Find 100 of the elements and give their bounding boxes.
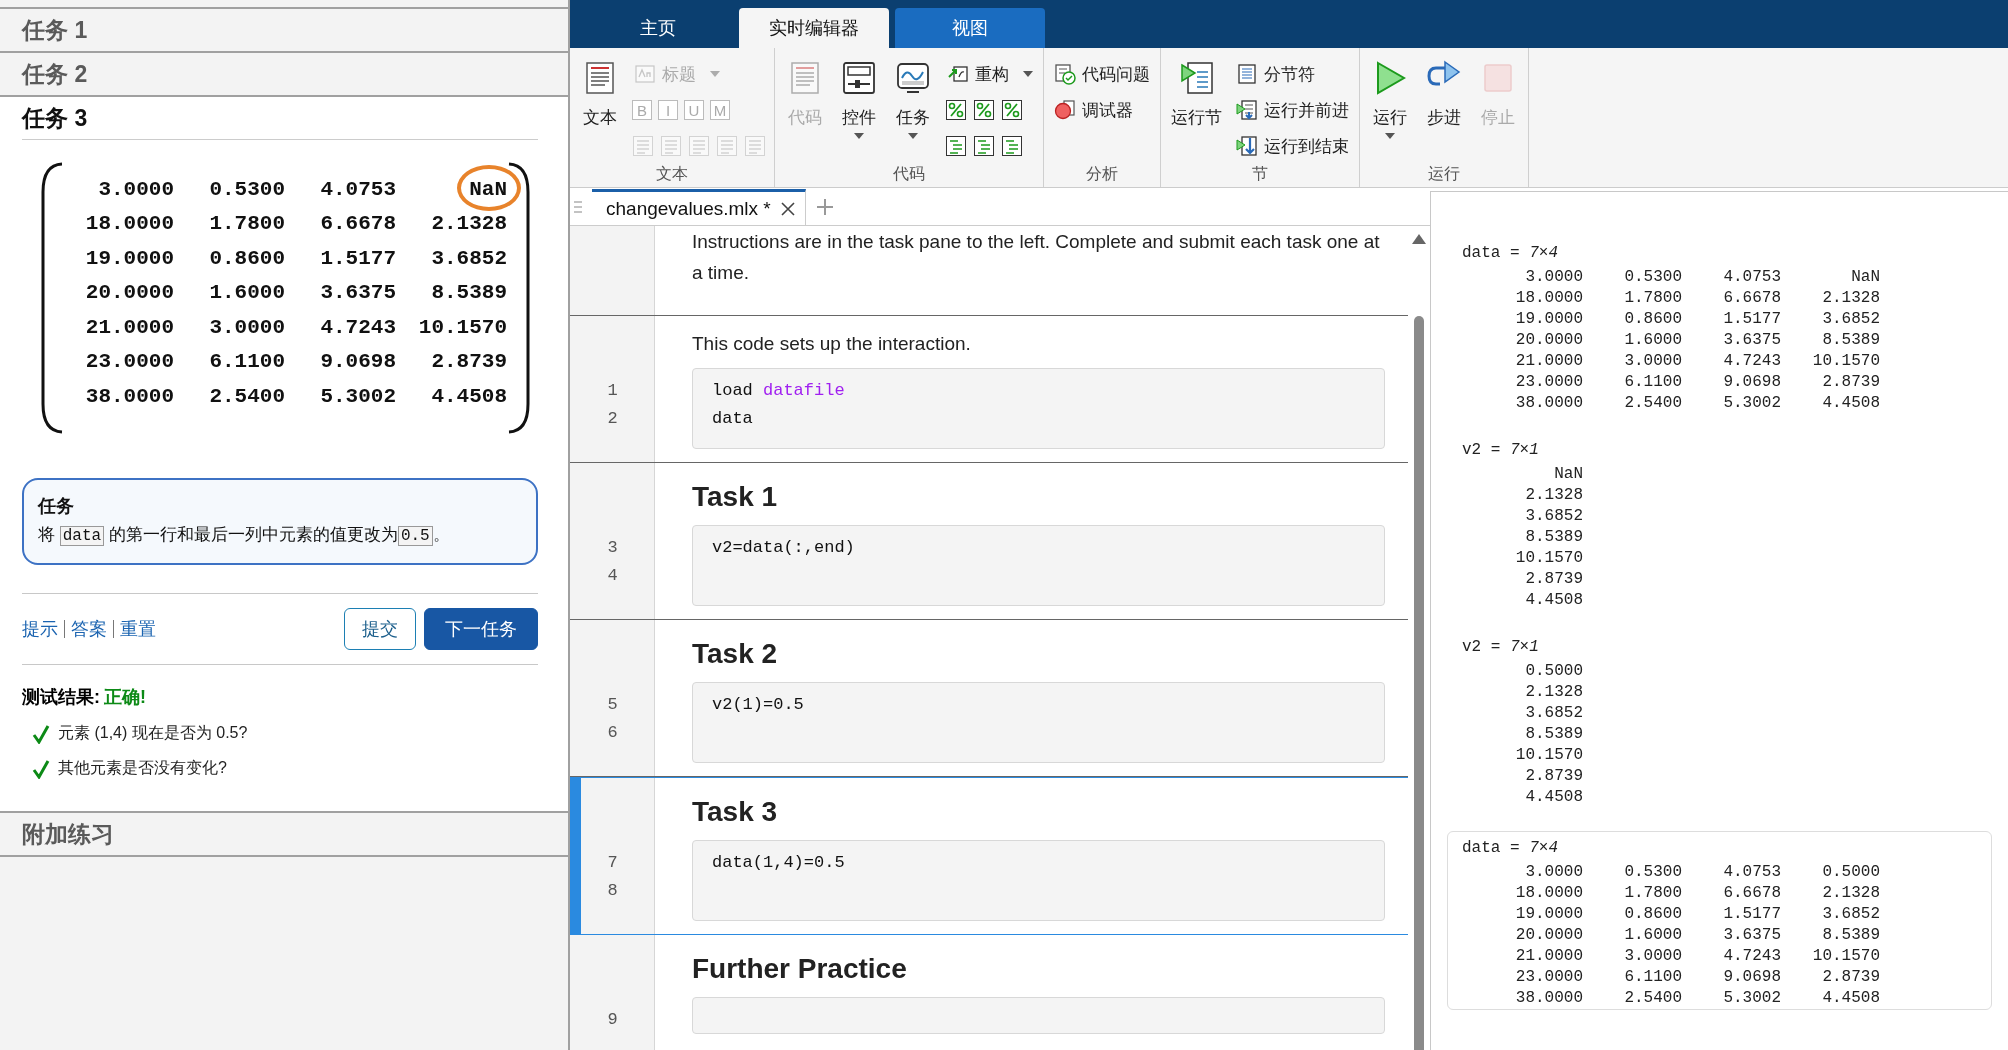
indent-icon[interactable] (973, 135, 995, 157)
matrix-cell: 1.5177 (320, 246, 396, 270)
output-value: 20.0000 (1515, 330, 1583, 351)
indent-icon[interactable] (945, 135, 967, 157)
scroll-up-icon[interactable] (1412, 234, 1426, 244)
ribbon-button[interactable]: 分节符 (1234, 58, 1351, 90)
output-value: 38.0000 (1515, 393, 1583, 414)
ribbon-button[interactable]: 运行 (1368, 58, 1412, 141)
matrix-cell: 4.7243 (320, 315, 396, 339)
output-value: 18.0000 (1515, 288, 1583, 309)
ribbon-tab[interactable]: 主页 (583, 8, 733, 48)
output-value: 3.6852 (1525, 703, 1583, 724)
matrix-cell: 23.0000 (85, 350, 174, 374)
selected-section[interactable]: Task 3 7 data(1,4)=0.5 8 (570, 777, 1408, 935)
check-text: 元素 (1,4) 现在是否为 0.5? (58, 723, 248, 743)
percent-icon[interactable] (1001, 99, 1023, 121)
results-status: 正确! (104, 686, 146, 709)
matrix-cell: 3.0000 (209, 315, 285, 339)
close-icon[interactable] (780, 201, 795, 216)
matrix-cell: 20.0000 (85, 281, 174, 305)
caret-icon (1023, 71, 1033, 77)
output-value: 1.7800 (1624, 288, 1682, 309)
task-instruction: 将 data 的第一行和最后一列中元素的值更改为 0.5 。 (38, 524, 451, 548)
output-value: 2.8739 (1525, 766, 1583, 787)
output-value: 3.0000 (1624, 351, 1682, 372)
group-label: 运行 (1427, 165, 1461, 184)
output-value: 3.6852 (1525, 506, 1583, 527)
output-value: NaN (1851, 267, 1880, 288)
caret-icon (854, 133, 864, 139)
ribbon-button[interactable]: 控件 (837, 58, 881, 141)
scrollbar-thumb[interactable] (1414, 316, 1424, 1050)
link[interactable]: 提示 (22, 620, 64, 638)
percent-icon[interactable] (973, 99, 995, 121)
output-value: 21.0000 (1515, 351, 1583, 372)
next-button[interactable]: 下一任务 (424, 608, 538, 650)
group-label: 代码 (892, 165, 926, 184)
document-tab[interactable]: changevalues.mlx * (592, 189, 806, 225)
line-number: 4 (607, 565, 618, 587)
ribbon-button[interactable]: 文本 (578, 58, 622, 131)
ribbon-button[interactable]: 代码问题 (1052, 58, 1152, 90)
output-value: 5.3002 (1723, 988, 1781, 1009)
ribbon-tab[interactable]: 实时编辑器 (739, 8, 889, 48)
link[interactable]: 重置 (113, 620, 162, 638)
output-value: 0.5300 (1624, 862, 1682, 883)
submit-button[interactable]: 提交 (344, 608, 416, 650)
heading-icon (634, 63, 656, 85)
matrix-cell: 6.1100 (209, 350, 285, 374)
caret-icon (1385, 133, 1395, 139)
add-tab-icon[interactable] (815, 197, 834, 216)
matrix-cell: 21.0000 (85, 315, 174, 339)
output-card[interactable] (1447, 831, 1992, 1010)
link[interactable]: 答案 (64, 620, 113, 638)
output-value: 1.6000 (1624, 925, 1682, 946)
line-number: 1 (607, 380, 618, 402)
section-heading: Task 3 (691, 795, 779, 829)
play-document-icon (1178, 60, 1215, 96)
output-value: 3.0000 (1525, 267, 1583, 288)
ribbon-button[interactable]: 运行节 (1169, 58, 1224, 131)
output-value: 10.1570 (1812, 351, 1880, 372)
output-value: 4.4508 (1822, 988, 1880, 1009)
caret-icon (908, 133, 918, 139)
ribbon-tab[interactable]: 视图 (895, 8, 1045, 48)
output-title: v2 = 7×1 (1462, 440, 1540, 461)
output-value: 2.8739 (1525, 569, 1583, 590)
output-value: 1.5177 (1723, 904, 1781, 925)
matrix-cell: 1.6000 (209, 281, 285, 305)
output-value: 18.0000 (1515, 883, 1583, 904)
output-title: data = 7×4 (1462, 243, 1560, 264)
output-value: 2.5400 (1624, 988, 1682, 1009)
output-value: 2.1328 (1822, 288, 1880, 309)
matrix-cell: 1.7800 (209, 212, 285, 236)
output-value: 5.3002 (1723, 393, 1781, 414)
ribbon-button[interactable]: 调试器 (1052, 94, 1152, 126)
output-value: 2.1328 (1525, 682, 1583, 703)
section-heading: Task 2 (691, 637, 779, 671)
indent-icon[interactable] (1001, 135, 1023, 157)
output-value: 19.0000 (1515, 309, 1583, 330)
output-value: NaN (1554, 464, 1583, 485)
task-title: 任务 (38, 495, 75, 518)
section-heading: Task 1 (691, 480, 779, 514)
output-value: 2.8739 (1822, 967, 1880, 988)
output-value: 1.6000 (1624, 330, 1682, 351)
ribbon-button[interactable]: 运行并前进 (1234, 94, 1351, 126)
ribbon-button[interactable]: 运行到结束 (1234, 130, 1351, 162)
section-text: This code sets up the interaction. (691, 332, 972, 356)
matrix-cell: 0.8600 (209, 246, 285, 270)
matrix-cell: 3.0000 (98, 177, 174, 201)
percent-icon[interactable] (945, 99, 967, 121)
group-label: 分析 (1085, 165, 1119, 184)
code-line: data(1,4)=0.5 (711, 852, 845, 874)
output-value: 4.4508 (1525, 787, 1583, 808)
group-label: 节 (1251, 165, 1269, 184)
output-value: 3.0000 (1624, 946, 1682, 967)
output-value: 6.6678 (1723, 883, 1781, 904)
line-number: 7 (607, 852, 618, 874)
line-number: 2 (607, 408, 618, 430)
ribbon-button[interactable]: 重构 (945, 58, 1035, 90)
output-value: 10.1570 (1515, 745, 1583, 766)
ribbon-button[interactable]: 任务 (891, 58, 935, 141)
ribbon-button[interactable]: 步进 (1422, 58, 1466, 131)
